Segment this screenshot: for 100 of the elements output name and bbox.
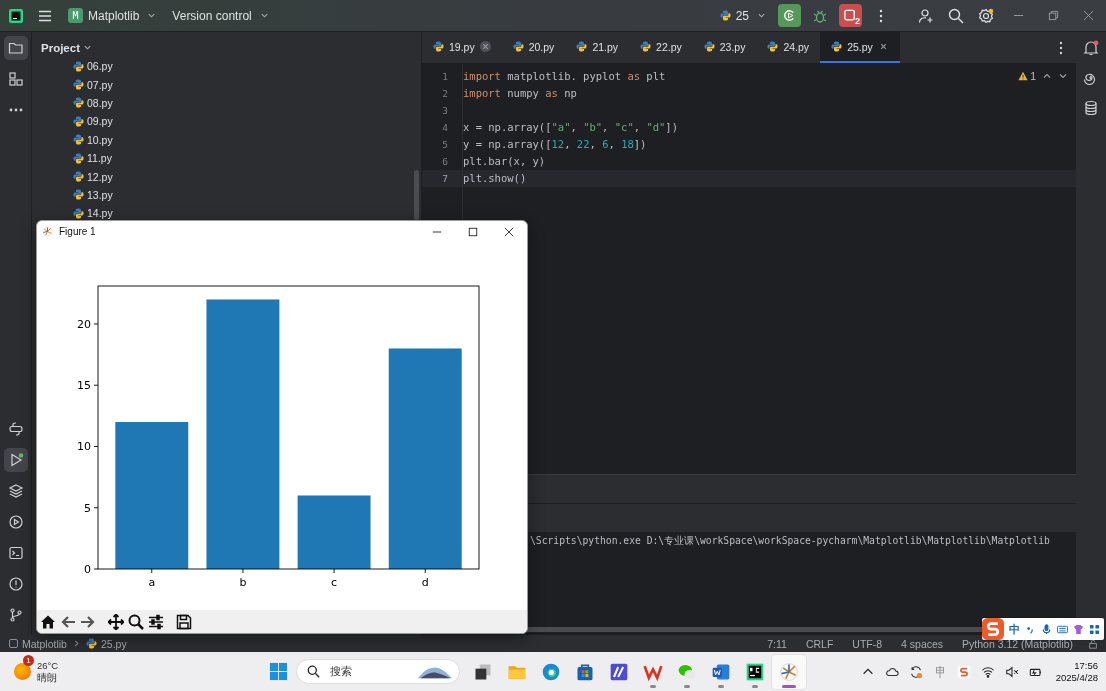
tree-item[interactable]: 08.py <box>32 93 421 113</box>
menu-icon[interactable] <box>38 9 52 22</box>
figure-app-icon <box>779 661 799 682</box>
project-selector[interactable]: M Matplotlib <box>60 5 165 26</box>
python-file-icon <box>73 152 84 164</box>
alert-icon <box>7 576 24 592</box>
ide-icon <box>745 661 765 682</box>
tree-item[interactable]: 07.py <box>32 75 421 94</box>
category-label: b <box>239 576 247 589</box>
add-user-icon[interactable] <box>918 7 934 24</box>
terminal-line: \Scripts\python.exe D:\专业课\workSpace\workSpace-pycharm\Matplotlib\Matplotlib\Matplotlib <box>530 535 1050 546</box>
line-number: 6 <box>441 155 449 169</box>
scrollbar[interactable] <box>414 170 419 220</box>
wifi-icon[interactable] <box>980 664 995 679</box>
search-bar[interactable]: 搜索 <box>296 659 460 684</box>
search-icon[interactable] <box>948 7 964 24</box>
tree-item[interactable]: 11.py <box>32 148 421 168</box>
search-icon <box>307 665 320 678</box>
chevron-down-icon <box>259 11 269 20</box>
code-line: import numpy as np <box>463 87 577 99</box>
line-number: 4 <box>441 121 449 135</box>
warning-count[interactable]: 1 <box>1018 70 1036 82</box>
microphone-icon[interactable] <box>1041 623 1052 635</box>
editor-tab[interactable]: 20.py <box>501 32 566 63</box>
tree-item[interactable]: 06.py <box>32 57 421 76</box>
python-file-icon <box>85 638 97 649</box>
start-icon[interactable] <box>269 662 288 681</box>
sync-icon[interactable] <box>908 664 923 679</box>
back-arrow-icon[interactable] <box>60 613 76 630</box>
breadcrumb-item[interactable]: Matplotlib <box>9 637 67 650</box>
maximize-icon[interactable] <box>468 226 478 237</box>
zoom-icon[interactable] <box>128 613 144 630</box>
editor-tab[interactable]: 23.py <box>692 32 757 63</box>
editor-tab[interactable]: 21.py <box>565 32 630 63</box>
python-file-icon <box>703 41 715 52</box>
volume-muted-icon[interactable] <box>1004 664 1019 679</box>
python-file-icon <box>640 41 652 52</box>
settings-icon[interactable] <box>978 7 994 24</box>
folder-icon <box>7 40 24 56</box>
clock-date: 2025/4/28 <box>1055 671 1098 684</box>
line-number: 2 <box>441 87 449 101</box>
lock-icon[interactable] <box>1088 638 1098 649</box>
editor-tab[interactable]: 24.py <box>756 32 821 63</box>
status-item[interactable]: 7:11 <box>767 637 787 650</box>
code-line: plt.show() <box>463 172 527 184</box>
tool-window-button[interactable] <box>3 36 28 60</box>
keyboard-icon[interactable] <box>1057 623 1068 635</box>
status-item[interactable]: UTF-8 <box>852 637 883 650</box>
save-icon[interactable] <box>176 613 192 630</box>
tool-window-button[interactable] <box>3 448 28 472</box>
sliders-icon[interactable] <box>148 613 164 630</box>
rerun-icon <box>782 8 797 23</box>
tree-item[interactable]: 14.py <box>32 204 421 223</box>
chevron-down-icon <box>83 43 92 52</box>
editor-tab[interactable]: 19.py <box>422 32 502 63</box>
status-item[interactable]: Python 3.12 (Matplotlib) <box>962 637 1073 650</box>
close-icon[interactable] <box>479 41 491 52</box>
version-control-menu[interactable]: Version control <box>164 5 277 26</box>
home-icon[interactable] <box>40 613 56 630</box>
tree-item[interactable]: 09.py <box>32 112 421 131</box>
stop-button[interactable]: 2 <box>839 4 862 27</box>
status-item[interactable]: CRLF <box>805 637 834 650</box>
clock-time: 17:56 <box>1074 659 1098 672</box>
sogou-icon[interactable] <box>956 664 971 679</box>
stop-icon <box>843 8 858 23</box>
ide-logo-icon[interactable] <box>8 7 24 24</box>
chevron-up-icon[interactable] <box>1042 71 1052 81</box>
shirt-icon[interactable] <box>1073 623 1084 635</box>
move-icon[interactable] <box>108 613 124 630</box>
editor-tab[interactable]: 25.py <box>820 32 900 63</box>
chevron-down-icon[interactable] <box>1058 71 1068 81</box>
input-mode[interactable]: 中 <box>1009 621 1020 637</box>
tick-label: 20 <box>77 318 91 331</box>
python-file-icon <box>576 41 588 52</box>
chevron-down-icon <box>147 11 157 20</box>
search-field[interactable]: 搜索 <box>328 664 417 679</box>
restore-icon[interactable] <box>1048 10 1059 21</box>
tick-label: 0 <box>84 563 91 576</box>
forward-arrow-icon[interactable] <box>80 613 96 630</box>
python-file-icon <box>433 41 444 52</box>
tree-item[interactable]: 12.py <box>32 167 421 186</box>
bell-icon[interactable] <box>1083 40 1099 56</box>
tree-item[interactable]: 13.py <box>32 185 421 205</box>
breadcrumb-item[interactable]: 25.py <box>85 637 127 650</box>
clock[interactable]: 17:56 2025/4/28 <box>1055 659 1098 684</box>
code-line: x = np.array(["a", "b", "c", "d"]) <box>463 121 678 133</box>
rerun-button[interactable] <box>778 4 801 27</box>
window-title: Figure 1 <box>59 226 96 237</box>
panel-title[interactable]: Project <box>41 41 80 54</box>
app-icon <box>609 661 629 682</box>
run-config-selector[interactable]: 25 <box>711 5 774 26</box>
database-icon[interactable] <box>1083 100 1099 116</box>
status-item[interactable]: 4 spaces <box>901 637 944 650</box>
close-icon[interactable] <box>504 226 514 237</box>
sogou-icon[interactable] <box>982 618 1004 640</box>
tree-item[interactable]: 10.py <box>32 130 421 149</box>
python-file-icon <box>512 41 524 52</box>
grid-icon[interactable] <box>1089 623 1100 635</box>
line-number: 1 <box>441 70 449 84</box>
editor-tab[interactable]: 22.py <box>629 32 693 63</box>
